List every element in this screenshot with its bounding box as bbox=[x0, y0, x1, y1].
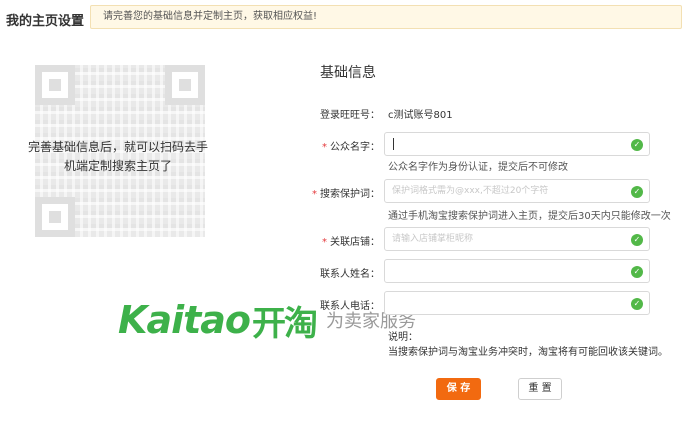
check-icon: ✓ bbox=[631, 186, 643, 198]
reset-button[interactable]: 重 置 bbox=[518, 378, 562, 400]
contact-name-input[interactable] bbox=[385, 260, 615, 282]
public-name-hint: 公众名字作为身份认证，提交后不可修改 bbox=[388, 162, 568, 173]
linked-shop-label: * 关联店铺： bbox=[300, 233, 380, 248]
brand-name: Kaitao bbox=[118, 298, 251, 342]
search-keyword-hint: 通过手机淘宝搜索保护词进入主页，提交后30天内只能修改一次 bbox=[388, 211, 671, 222]
search-keyword-label-text: 搜索保护词： bbox=[320, 189, 380, 200]
page-title: 我的主页设置 bbox=[6, 14, 85, 29]
public-name-field[interactable]: ✓ bbox=[384, 132, 650, 156]
public-name-label: * 公众名字： bbox=[300, 138, 380, 153]
required-mark: * bbox=[322, 237, 327, 248]
contact-phone-label: 联系人电话： bbox=[320, 301, 380, 312]
account-value: c测试账号801 bbox=[388, 110, 453, 121]
contact-name-field[interactable]: ✓ bbox=[384, 259, 650, 283]
check-icon: ✓ bbox=[631, 266, 643, 278]
linked-shop-label-text: 关联店铺： bbox=[330, 237, 380, 248]
text-cursor bbox=[393, 138, 394, 150]
note-text: 当搜索保护词与淘宝业务冲突时，淘宝将有可能回收该关键词。 bbox=[388, 347, 668, 358]
contact-phone-field[interactable]: ✓ bbox=[384, 291, 650, 315]
check-icon: ✓ bbox=[631, 298, 643, 310]
required-mark: * bbox=[322, 142, 327, 153]
qr-caption-line1: 完善基础信息后，就可以扫码去手 bbox=[27, 140, 208, 154]
note-title: 说明： bbox=[388, 332, 418, 343]
linked-shop-field[interactable]: ✓ bbox=[384, 227, 650, 251]
notice-banner: 请完善您的基础信息并定制主页，获取相应权益! bbox=[90, 5, 682, 29]
note-block: 说明： 当搜索保护词与淘宝业务冲突时，淘宝将有可能回收该关键词。 bbox=[388, 330, 668, 360]
section-title: 基础信息 bbox=[320, 65, 376, 81]
qr-caption: 完善基础信息后，就可以扫码去手 机端定制搜索主页了 bbox=[18, 138, 218, 176]
required-mark: * bbox=[312, 189, 317, 200]
save-button[interactable]: 保 存 bbox=[436, 378, 481, 400]
contact-name-label: 联系人姓名： bbox=[320, 269, 380, 280]
search-keyword-field[interactable]: ✓ bbox=[384, 179, 650, 203]
search-keyword-label: * 搜索保护词： bbox=[300, 185, 380, 200]
check-icon: ✓ bbox=[631, 139, 643, 151]
check-icon: ✓ bbox=[631, 234, 643, 246]
qr-finder-top-left bbox=[35, 65, 75, 105]
search-keyword-input[interactable] bbox=[385, 180, 615, 202]
qr-finder-bottom-left bbox=[35, 197, 75, 237]
qr-finder-top-right bbox=[165, 65, 205, 105]
public-name-label-text: 公众名字： bbox=[330, 142, 380, 153]
qr-caption-line2: 机端定制搜索主页了 bbox=[63, 159, 172, 173]
linked-shop-input[interactable] bbox=[385, 228, 615, 250]
public-name-input[interactable] bbox=[385, 133, 615, 155]
contact-phone-input[interactable] bbox=[385, 292, 615, 314]
account-label: 登录旺旺号： bbox=[320, 110, 380, 121]
